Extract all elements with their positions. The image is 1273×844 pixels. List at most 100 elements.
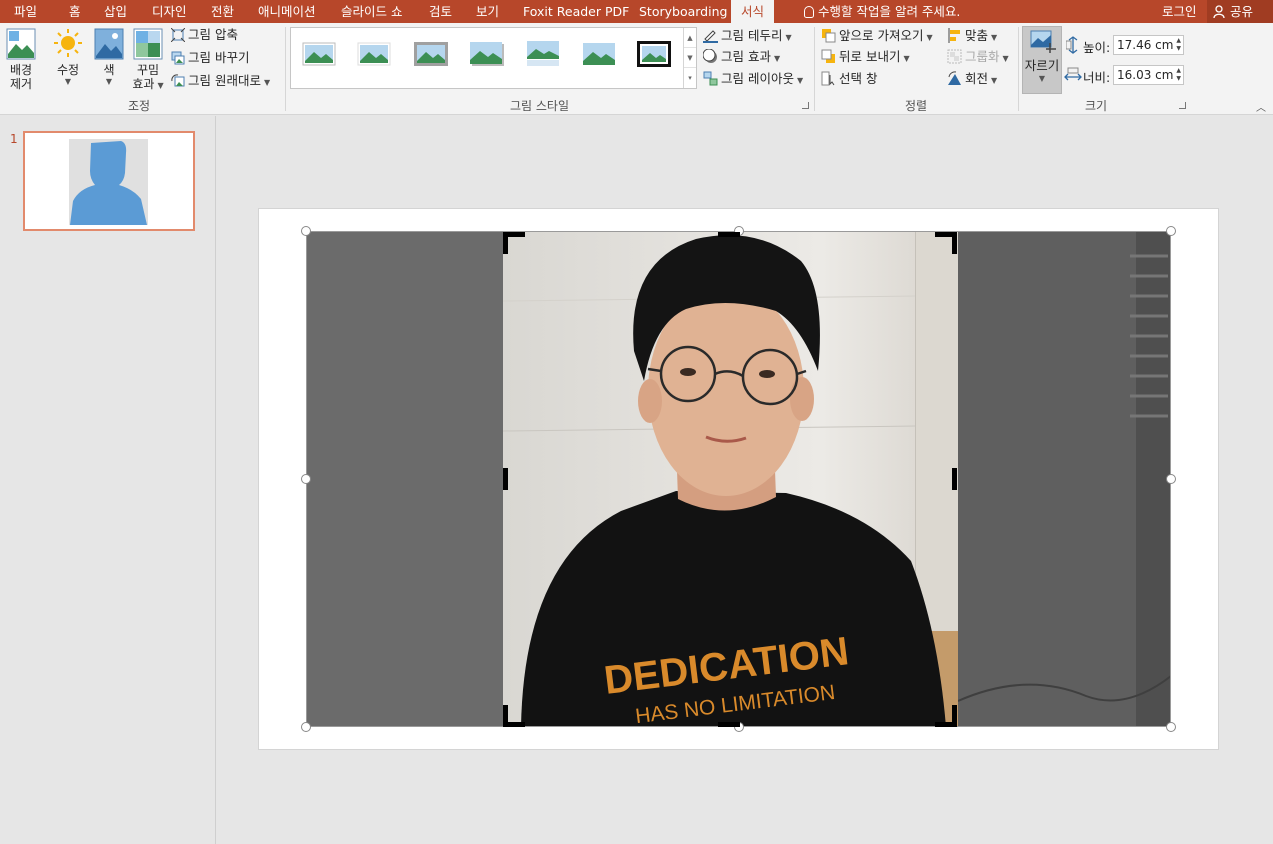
tell-me-search[interactable]: 수행할 작업을 알려 주세요.: [804, 0, 960, 23]
send-backward-button[interactable]: 뒤로 보내기 ▼: [821, 47, 910, 67]
resize-handle-top-left[interactable]: [301, 226, 311, 236]
resize-handle-bottom-left[interactable]: [301, 722, 311, 732]
crop-handle-top-left[interactable]: [503, 232, 508, 254]
bring-forward-label: 앞으로 가져오기: [839, 28, 924, 43]
width-input[interactable]: 16.03 cm ▲ ▼: [1113, 65, 1184, 85]
crop-handle-left[interactable]: [503, 468, 508, 490]
remove-background-label2: 제거: [9, 77, 33, 91]
chevron-down-icon: ▼: [991, 33, 998, 42]
picture-style-black-frame[interactable]: [637, 40, 671, 68]
scroll-down-icon[interactable]: ▼: [684, 48, 696, 68]
person-icon: [1213, 5, 1225, 18]
bring-forward-button[interactable]: 앞으로 가져오기 ▼: [821, 26, 933, 46]
height-value: 17.46 cm: [1117, 38, 1174, 52]
tab-file[interactable]: 파일: [14, 0, 37, 23]
color-button[interactable]: 색 ▼: [92, 28, 126, 87]
align-button[interactable]: 맞춤 ▼: [947, 26, 997, 46]
tab-animations[interactable]: 애니메이션: [258, 0, 316, 23]
width-label: 너비:: [1083, 70, 1111, 85]
gallery-scrollbar[interactable]: ▲ ▼ ▾: [683, 28, 696, 88]
picture-style-soft-edge[interactable]: [357, 40, 391, 68]
resize-handle-bottom-right[interactable]: [1166, 722, 1176, 732]
height-input[interactable]: 17.46 cm ▲ ▼: [1113, 35, 1184, 55]
tab-design[interactable]: 디자인: [152, 0, 187, 23]
picture-style-rounded[interactable]: [582, 40, 616, 68]
remove-background-icon: [6, 28, 36, 60]
picture-style-thumbnail-icon: [357, 42, 391, 66]
reset-picture-button[interactable]: 그림 원래대로 ▼: [171, 71, 270, 91]
group-button[interactable]: 그룹화 ▼: [947, 47, 1009, 67]
layout-icon: [703, 71, 718, 86]
dialog-launcher-icon[interactable]: [802, 102, 809, 109]
picture-style-thumbnail-icon: [583, 43, 615, 65]
picture-layout-label: 그림 레이아웃: [721, 71, 794, 86]
crop-handle-bottom-left[interactable]: [503, 705, 508, 727]
chevron-down-icon: ▼: [1002, 54, 1009, 63]
spinner-arrows-icon[interactable]: ▲ ▼: [1176, 37, 1181, 53]
chevron-down-icon: ▼: [785, 33, 792, 42]
tab-slide-show[interactable]: 슬라이드 쇼: [341, 0, 402, 23]
corrections-button[interactable]: 수정 ▼: [51, 28, 85, 87]
picture-style-shadow[interactable]: [470, 40, 504, 68]
crop-handle-top-right[interactable]: [952, 232, 957, 254]
picture-border-label: 그림 테두리: [721, 28, 783, 43]
picture-effects-button[interactable]: 그림 효과 ▼: [703, 47, 780, 67]
picture-border-button[interactable]: 그림 테두리 ▼: [703, 26, 792, 46]
send-backward-icon: [821, 49, 835, 63]
tab-format[interactable]: 서식: [731, 0, 775, 24]
resize-handle-left[interactable]: [301, 474, 311, 484]
align-icon: [948, 28, 960, 43]
crop-handle-right[interactable]: [952, 468, 957, 490]
person-silhouette-icon: [70, 141, 147, 225]
gallery-more-icon[interactable]: ▾: [684, 68, 696, 88]
crop-handle-bottom[interactable]: [718, 722, 740, 727]
collapse-ribbon-icon[interactable]: ︿: [1256, 99, 1266, 114]
picture-being-cropped[interactable]: DEDICATION HAS NO LIMITATION: [306, 231, 1172, 728]
resize-handle-top-right[interactable]: [1166, 226, 1176, 236]
picture-placeholder: [69, 139, 148, 225]
resize-handle-right[interactable]: [1166, 474, 1176, 484]
chevron-down-icon: ▼: [991, 76, 998, 85]
crop-button[interactable]: 자르기 ▼: [1022, 26, 1062, 94]
selection-pane-button[interactable]: 선택 창: [821, 69, 877, 89]
width-value: 16.03 cm: [1117, 68, 1174, 82]
ribbon-format: 배경 제거 수정 ▼ 색 ▼ 꾸밈 효과 ▼ 그림 압축 그림 바꾸기 그림 원…: [0, 23, 1273, 115]
crop-handle-top[interactable]: [718, 232, 740, 237]
size-group-label: 크기: [1085, 99, 1108, 113]
remove-background-button[interactable]: 배경 제거: [4, 28, 38, 91]
slide-thumbnail[interactable]: [23, 131, 195, 231]
tab-insert[interactable]: 삽입: [104, 0, 127, 23]
artistic-effects-button[interactable]: 꾸밈 효과 ▼: [130, 28, 166, 93]
change-picture-button[interactable]: 그림 바꾸기: [171, 48, 249, 68]
share-button[interactable]: 공유: [1207, 0, 1273, 23]
adjust-group-label: 조정: [128, 99, 151, 113]
tab-view[interactable]: 보기: [476, 0, 499, 23]
photo-graphic: DEDICATION HAS NO LIMITATION: [306, 231, 1172, 728]
tab-foxit-reader-pdf[interactable]: Foxit Reader PDF: [523, 0, 629, 23]
height-icon: [1066, 36, 1078, 54]
crop-handle-bottom-right[interactable]: [952, 705, 957, 727]
tab-storyboarding[interactable]: Storyboarding: [639, 0, 727, 23]
login-link[interactable]: 로그인: [1162, 0, 1197, 23]
spinner-arrows-icon[interactable]: ▲ ▼: [1176, 67, 1181, 83]
rotate-button[interactable]: 회전 ▼: [947, 69, 997, 89]
artistic-effects-label1: 꾸밈: [136, 63, 160, 77]
tab-home[interactable]: 홈: [69, 0, 81, 23]
picture-style-simple-frame[interactable]: [302, 40, 336, 68]
dialog-launcher-icon[interactable]: [1179, 102, 1186, 109]
scroll-up-icon[interactable]: ▲: [684, 28, 696, 48]
crop-label: 자르기: [1024, 58, 1060, 73]
picture-layout-button[interactable]: 그림 레이아웃 ▼: [703, 69, 803, 89]
tab-transitions[interactable]: 전환: [211, 0, 234, 23]
compress-pictures-button[interactable]: 그림 압축: [171, 25, 238, 45]
remove-background-label1: 배경: [9, 63, 33, 77]
corrections-label: 수정: [56, 63, 80, 77]
slide-thumbnails-pane: 1: [0, 116, 216, 844]
bring-forward-icon: [822, 29, 836, 43]
picture-style-metal-frame[interactable]: [414, 40, 448, 68]
tab-review[interactable]: 검토: [429, 0, 452, 23]
arrange-group-label: 정렬: [905, 99, 928, 113]
picture-style-reflected[interactable]: [526, 40, 560, 68]
pencil-icon: [703, 30, 718, 43]
rotate-label: 회전: [965, 71, 989, 86]
